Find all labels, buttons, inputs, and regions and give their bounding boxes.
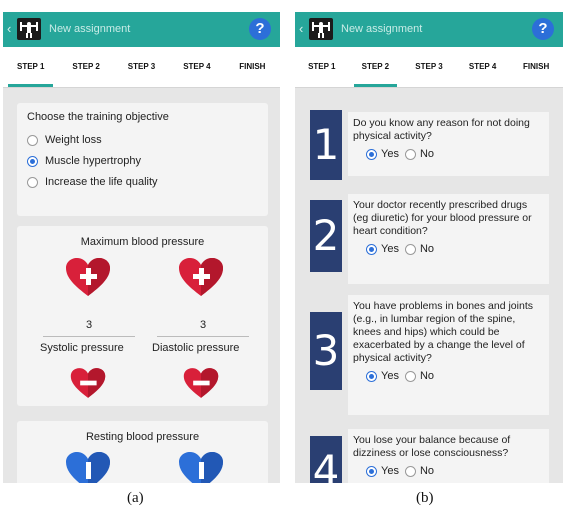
- no-label: No: [419, 465, 435, 477]
- systolic-value[interactable]: 3: [43, 314, 135, 337]
- back-icon[interactable]: ‹: [7, 22, 11, 35]
- yes-label: Yes: [381, 148, 399, 160]
- answer-group-2: Yes No: [348, 243, 549, 255]
- question-text-3: You have problems in bones and joints (e…: [353, 300, 533, 364]
- question-number-3: 3: [310, 312, 342, 390]
- question-text-2: Your doctor recently prescribed drugs (e…: [353, 199, 532, 237]
- answer-group-1: Yes No: [348, 148, 549, 160]
- radio-muscle-hypertrophy[interactable]: [27, 155, 38, 167]
- tab-step-1[interactable]: STEP 1: [3, 47, 58, 87]
- radio-no-1[interactable]: [404, 148, 416, 160]
- option-label: Increase the life quality: [45, 176, 158, 188]
- increase-resting-diastolic-heart-icon[interactable]: [178, 451, 224, 483]
- resting-bp-title: Resting blood pressure: [85, 431, 200, 443]
- max-bp-title: Maximum blood pressure: [80, 236, 205, 248]
- radio-yes-4[interactable]: [366, 465, 377, 477]
- radio-no-4[interactable]: [404, 465, 416, 477]
- objective-option[interactable]: Weight loss: [27, 134, 258, 146]
- no-label: No: [419, 243, 435, 255]
- question-card-1: Do you know any reason for not doing phy…: [348, 112, 549, 176]
- tab-step-4[interactable]: STEP 4: [169, 47, 224, 87]
- increase-diastolic-heart-icon[interactable]: [178, 257, 224, 297]
- objective-card: Choose the training objective Weight los…: [17, 103, 268, 216]
- question-number-4: 4: [310, 436, 342, 483]
- resting-bp-card: Resting blood pressure: [17, 421, 268, 483]
- question-card-2: Your doctor recently prescribed drugs (e…: [348, 194, 549, 284]
- radio-weight-loss[interactable]: [27, 134, 38, 146]
- tab-step-3[interactable]: STEP 3: [402, 47, 456, 87]
- answer-group-3: Yes No: [348, 370, 549, 382]
- screen-a: ‹ New assignment ? STEP 1 STEP 2 STEP 3 …: [3, 12, 280, 483]
- no-label: No: [419, 148, 435, 160]
- radio-no-2[interactable]: [404, 243, 416, 255]
- tab-step-2[interactable]: STEP 2: [58, 47, 113, 87]
- help-icon[interactable]: ?: [532, 18, 554, 40]
- tab-step-3[interactable]: STEP 3: [114, 47, 169, 87]
- radio-yes-2[interactable]: [366, 243, 377, 255]
- question-number-2: 2: [310, 200, 342, 272]
- option-label: Muscle hypertrophy: [45, 155, 141, 167]
- decrease-systolic-heart-icon[interactable]: [70, 367, 106, 399]
- step-tabs: STEP 1 STEP 2 STEP 3 STEP 4 FINISH: [295, 47, 563, 88]
- answer-group-4: Yes No: [348, 465, 549, 477]
- diastolic-label: Diastolic pressure: [152, 342, 240, 354]
- app-bar: ‹ New assignment ?: [295, 12, 563, 47]
- diastolic-value[interactable]: 3: [157, 314, 249, 337]
- tab-step-2[interactable]: STEP 2: [349, 47, 403, 87]
- max-bp-card: Maximum blood pressure 3 3 Systolic pres…: [17, 226, 268, 406]
- option-label: Weight loss: [45, 134, 102, 146]
- app-logo-icon: [17, 18, 41, 40]
- radio-no-3[interactable]: [404, 370, 416, 382]
- app-bar: ‹ New assignment ?: [3, 12, 280, 47]
- step-2-content: 1 Do you know any reason for not doing p…: [295, 88, 563, 483]
- question-text-4: You lose your balance because of dizzine…: [353, 434, 511, 459]
- no-label: No: [419, 370, 435, 382]
- yes-label: Yes: [381, 370, 399, 382]
- app-title: New assignment: [341, 23, 423, 35]
- yes-label: Yes: [381, 243, 399, 255]
- caption-b: (b): [416, 490, 434, 506]
- question-card-3: You have problems in bones and joints (e…: [348, 295, 549, 415]
- objective-option[interactable]: Increase the life quality: [27, 176, 258, 188]
- app-title: New assignment: [49, 23, 131, 35]
- tab-step-1[interactable]: STEP 1: [295, 47, 349, 87]
- tab-finish[interactable]: FINISH: [509, 47, 563, 87]
- radio-yes-3[interactable]: [366, 370, 377, 382]
- app-logo-icon: [309, 18, 333, 40]
- objective-option[interactable]: Muscle hypertrophy: [27, 155, 258, 167]
- tab-finish[interactable]: FINISH: [225, 47, 280, 87]
- yes-label: Yes: [381, 465, 399, 477]
- question-text-1: Do you know any reason for not doing phy…: [353, 117, 530, 142]
- help-icon[interactable]: ?: [249, 18, 271, 40]
- screen-b: ‹ New assignment ? STEP 1 STEP 2 STEP 3 …: [295, 12, 563, 483]
- objective-title: Choose the training objective: [27, 111, 169, 123]
- radio-yes-1[interactable]: [366, 148, 377, 160]
- increase-resting-systolic-heart-icon[interactable]: [65, 451, 111, 483]
- question-number-1: 1: [310, 110, 342, 180]
- question-card-4: You lose your balance because of dizzine…: [348, 429, 549, 483]
- systolic-label: Systolic pressure: [40, 342, 124, 354]
- back-icon[interactable]: ‹: [299, 22, 303, 35]
- caption-a: (a): [127, 490, 144, 506]
- tab-step-4[interactable]: STEP 4: [456, 47, 510, 87]
- step-1-content: Choose the training objective Weight los…: [3, 88, 280, 483]
- decrease-diastolic-heart-icon[interactable]: [183, 367, 219, 399]
- step-tabs: STEP 1 STEP 2 STEP 3 STEP 4 FINISH: [3, 47, 280, 88]
- radio-life-quality[interactable]: [27, 176, 38, 188]
- increase-systolic-heart-icon[interactable]: [65, 257, 111, 297]
